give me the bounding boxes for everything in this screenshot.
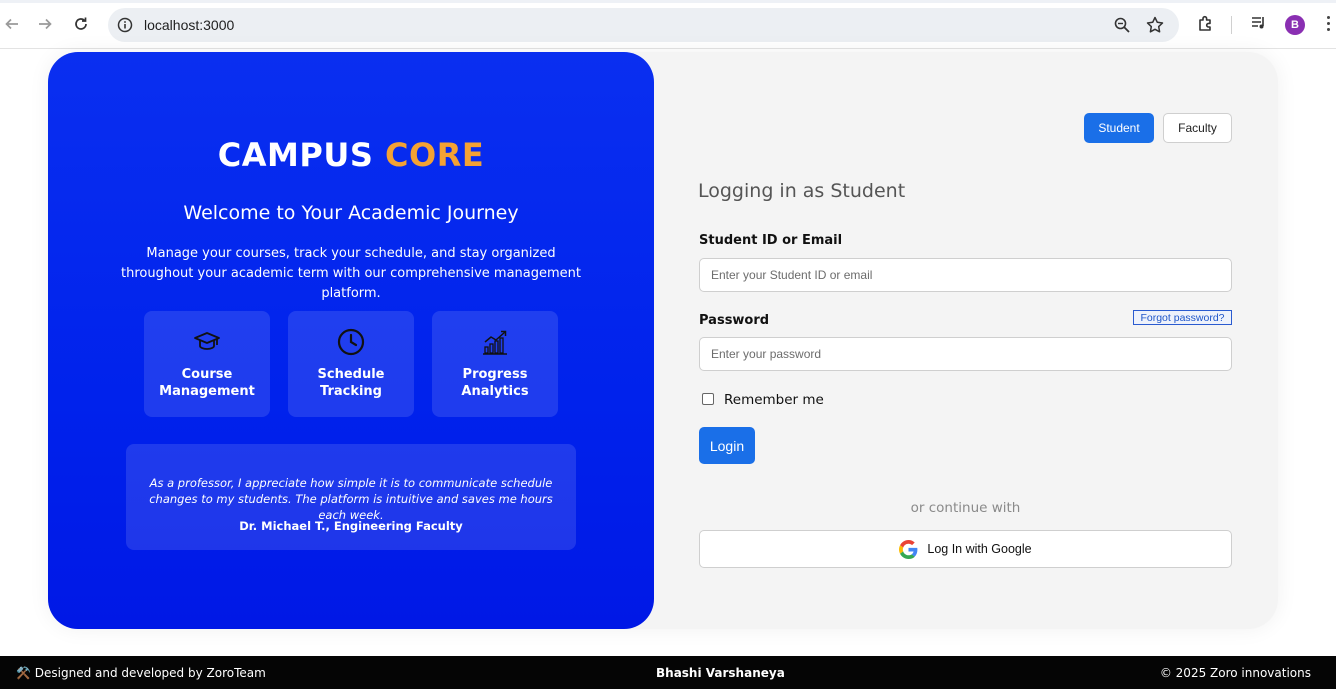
- hero-panel: CAMPUS CORE Welcome to Your Academic Jou…: [48, 52, 654, 629]
- brand-accent: CORE: [385, 136, 485, 174]
- feature-card-course: Course Management: [144, 311, 270, 417]
- login-button[interactable]: Login: [699, 427, 755, 464]
- brand-primary: CAMPUS: [217, 136, 374, 174]
- bookmark-star-icon[interactable]: [1145, 15, 1165, 40]
- url-text[interactable]: localhost:3000: [144, 17, 234, 33]
- divider-text: or continue with: [910, 500, 1021, 516]
- media-icon[interactable]: [1250, 14, 1268, 37]
- student-id-input[interactable]: [699, 258, 1232, 292]
- feature-card-schedule: Schedule Tracking: [288, 311, 414, 417]
- forgot-password-button[interactable]: Forgot password?: [1133, 310, 1232, 325]
- google-login-button[interactable]: Log In with Google: [699, 530, 1232, 568]
- footer-copyright: © 2025 Zoro innovations: [1159, 666, 1311, 680]
- id-label: Student ID or Email: [699, 233, 843, 248]
- remember-me-checkbox[interactable]: [702, 393, 714, 405]
- google-icon: [899, 539, 918, 559]
- testimonial-quote: As a professor, I appreciate how simple …: [149, 476, 553, 522]
- tab-strip: [0, 0, 1336, 3]
- google-login-label: Log In with Google: [927, 542, 1032, 556]
- address-bar[interactable]: localhost:3000: [108, 8, 1179, 42]
- brand-title: CAMPUS CORE: [48, 136, 654, 174]
- graduation-cap-icon: [194, 332, 220, 350]
- testimonial-card: As a professor, I appreciate how simple …: [126, 444, 576, 550]
- welcome-heading: Welcome to Your Academic Journey: [183, 202, 519, 224]
- password-label: Password: [699, 313, 770, 328]
- back-icon[interactable]: [0, 12, 24, 36]
- forward-icon[interactable]: [33, 12, 57, 36]
- form-heading: Logging in as Student: [698, 180, 906, 202]
- role-faculty-button[interactable]: Faculty: [1163, 113, 1232, 143]
- profile-avatar[interactable]: B: [1285, 15, 1305, 35]
- toolbar-divider: [1231, 16, 1232, 34]
- chart-icon: [483, 330, 507, 355]
- hero-description: Manage your courses, track your schedule…: [121, 246, 581, 301]
- clock-icon: [337, 328, 365, 356]
- zoom-icon[interactable]: [1113, 16, 1131, 39]
- menu-icon[interactable]: [1322, 13, 1334, 37]
- testimonial-author: Dr. Michael T., Engineering Faculty: [239, 519, 463, 533]
- footer-credit: ⚒️ Designed and developed by ZoroTeam: [16, 666, 266, 680]
- page-footer: ⚒️ Designed and developed by ZoroTeam Bh…: [0, 656, 1336, 689]
- feature-label: Progress Analytics: [461, 367, 529, 399]
- footer-author: Bhashi Varshaneya: [656, 666, 785, 680]
- role-student-button[interactable]: Student: [1084, 113, 1154, 143]
- feature-label: Course Management: [159, 367, 255, 399]
- feature-card-analytics: Progress Analytics: [432, 311, 558, 417]
- browser-toolbar: localhost:3000 B: [0, 0, 1336, 49]
- feature-label: Schedule Tracking: [317, 367, 385, 399]
- site-info-icon[interactable]: [116, 16, 134, 34]
- reload-icon[interactable]: [69, 12, 93, 36]
- extensions-icon[interactable]: [1196, 14, 1216, 39]
- remember-me-label[interactable]: Remember me: [724, 392, 824, 408]
- password-input[interactable]: [699, 337, 1232, 371]
